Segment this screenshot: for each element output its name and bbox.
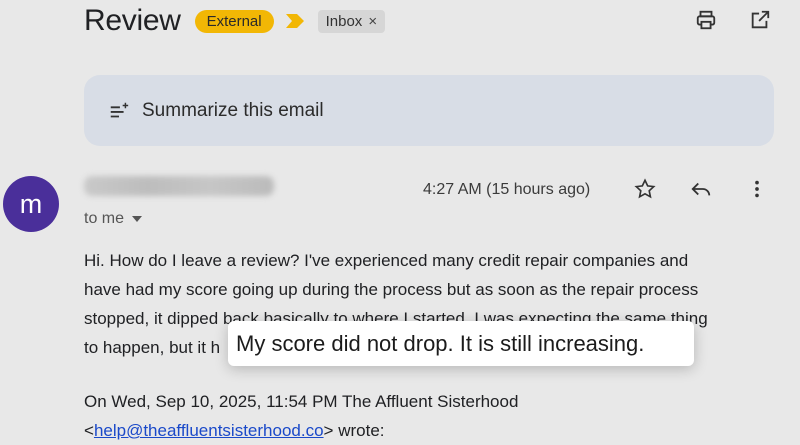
quote-bracket: <: [84, 421, 94, 440]
print-button[interactable]: [694, 8, 718, 32]
open-in-new-icon: [751, 10, 770, 29]
email-subject: Review: [84, 4, 181, 37]
inbox-label-text: Inbox: [325, 12, 363, 30]
recipient-label: to me: [84, 210, 125, 227]
email-header: Review External Inbox ×: [84, 0, 386, 42]
quote-line: <help@theaffluentsisterhood.co> wrote:: [84, 416, 518, 445]
sender-name-redacted: [84, 176, 274, 196]
star-icon: [634, 178, 656, 199]
avatar[interactable]: m: [3, 176, 59, 232]
remove-label-button[interactable]: ×: [368, 13, 377, 30]
sender-email-link[interactable]: help@theaffluentsisterhood.co: [94, 421, 324, 440]
open-in-new-window-button[interactable]: [748, 8, 772, 32]
chevron-down-icon: [132, 216, 143, 222]
summarize-email-button[interactable]: Summarize this email: [84, 75, 774, 146]
quote-line: On Wed, Sep 10, 2025, 11:54 PM The Afflu…: [84, 392, 519, 411]
more-vert-icon: [755, 180, 759, 198]
recipient-details-toggle[interactable]: to me: [84, 210, 143, 228]
more-options-button[interactable]: [744, 176, 770, 202]
quote-suffix: > wrote:: [323, 421, 385, 440]
reply-icon: [691, 182, 711, 196]
message-timestamp: 4:27 AM (15 hours ago): [423, 181, 591, 198]
inbox-label-chip[interactable]: Inbox ×: [317, 9, 386, 33]
highlight-callout: My score did not drop. It is still incre…: [228, 321, 694, 366]
reply-button[interactable]: [688, 176, 714, 202]
quoted-header: On Wed, Sep 10, 2025, 11:54 PM The Afflu…: [84, 387, 518, 445]
thread-actions: [694, 8, 772, 32]
message-actions: [632, 176, 770, 202]
print-icon: [696, 10, 716, 30]
body-line: have had my score going up during the pr…: [84, 280, 699, 299]
sparkle-list-icon: [110, 102, 129, 117]
body-line: Hi. How do I leave a review? I've experi…: [84, 251, 689, 270]
summarize-label: Summarize this email: [142, 99, 324, 121]
star-button[interactable]: [632, 176, 658, 202]
external-badge: External: [194, 9, 274, 33]
importance-marker-icon[interactable]: [285, 14, 304, 28]
